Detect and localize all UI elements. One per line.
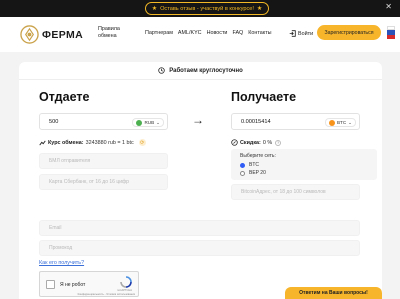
login-link[interactable]: Войти bbox=[289, 30, 313, 37]
network-option-btc[interactable]: BTC bbox=[240, 162, 377, 168]
recaptcha-label: Я не робот bbox=[60, 282, 86, 288]
give-amount-value: 500 bbox=[49, 118, 59, 125]
how-to-get-link[interactable]: Как его получить? bbox=[39, 260, 84, 266]
discount: Скидка: 0 % ? bbox=[231, 139, 282, 146]
give-amount-input[interactable]: 500 RUB ⌄ bbox=[39, 113, 168, 130]
card-number-placeholder: Карта Сбербанк, от 16 до 16 цифр bbox=[49, 179, 129, 185]
chat-widget-button[interactable]: Ответим на Ваши вопросы! bbox=[285, 287, 382, 299]
banner-text: Работаем круглосуточно bbox=[169, 67, 243, 74]
email-placeholder: Email bbox=[49, 225, 62, 231]
discount-icon bbox=[231, 139, 238, 146]
get-currency-code: BTC bbox=[336, 120, 347, 125]
wallet-address-placeholder: BitcoinАдрес, от 18 до 100 символов bbox=[241, 189, 326, 195]
main-nav: Партнерам AML/KYC Новости FAQ Контакты bbox=[145, 30, 272, 36]
radio-selected[interactable] bbox=[240, 162, 245, 168]
nav-news[interactable]: Новости bbox=[207, 30, 228, 36]
recaptcha-widget: Я не робот Конфиденциальность - Условия … bbox=[39, 271, 139, 297]
rate-value: 3243880 rub = 1 btc bbox=[85, 139, 134, 146]
network-select: Выберите сеть: BTC BEP 20 bbox=[231, 149, 377, 180]
nav-partners[interactable]: Партнерам bbox=[145, 30, 173, 36]
recaptcha-checkbox[interactable] bbox=[46, 280, 55, 289]
info-icon[interactable]: ? bbox=[275, 139, 282, 146]
promo-link[interactable]: ★ Оставь отзыв - участвуй в конкурсе! ★ bbox=[145, 2, 269, 15]
star-icon: ★ bbox=[151, 5, 158, 12]
register-button[interactable]: Зарегистрироваться bbox=[317, 25, 381, 40]
get-heading: Получаете bbox=[231, 90, 297, 104]
logo-icon[interactable] bbox=[20, 25, 39, 44]
promo-text: Оставь отзыв - участвуй в конкурсе! bbox=[160, 5, 254, 12]
login-label: Войти bbox=[298, 30, 314, 37]
nav-faq[interactable]: FAQ bbox=[232, 30, 243, 36]
sender-phone-input[interactable]: БМЛ отправителя bbox=[39, 153, 168, 169]
get-amount-value: 0.00015414 bbox=[241, 118, 271, 125]
network-option-bep20[interactable]: BEP 20 bbox=[240, 170, 377, 176]
promocode-placeholder: Промокод bbox=[49, 245, 73, 251]
nav-rules[interactable]: Правила обмена bbox=[98, 26, 128, 40]
chevron-down-icon: ⌄ bbox=[348, 119, 352, 125]
working-hours-banner: Работаем круглосуточно bbox=[19, 62, 382, 80]
clock-icon bbox=[158, 67, 165, 74]
discount-value: 0 % bbox=[262, 139, 273, 146]
sender-phone-placeholder: БМЛ отправителя bbox=[49, 158, 91, 164]
rub-coin-icon bbox=[136, 119, 143, 126]
star-icon: ★ bbox=[256, 5, 263, 12]
give-currency-select[interactable]: RUB ⌄ bbox=[132, 118, 164, 127]
promo-bar: ★ Оставь отзыв - участвуй в конкурсе! ★ … bbox=[0, 0, 400, 17]
network-option-label: BEP 20 bbox=[249, 170, 266, 176]
close-icon[interactable]: ✕ bbox=[385, 3, 392, 11]
chevron-down-icon: ⌄ bbox=[156, 119, 160, 125]
give-currency-code: RUB bbox=[144, 120, 155, 125]
nav-contacts[interactable]: Контакты bbox=[248, 30, 271, 36]
exchange-card: Работаем круглосуточно Отдаете Получаете… bbox=[19, 62, 382, 299]
nav-aml-kyc[interactable]: AML/KYC bbox=[178, 30, 202, 36]
site-header: ФЕРМА Правила обмена Партнерам AML/KYC Н… bbox=[0, 17, 400, 52]
recaptcha-brand: reCAPTCHA bbox=[117, 289, 132, 292]
get-amount-input[interactable]: 0.00015414 BTC ⌄ bbox=[231, 113, 360, 130]
wallet-address-input[interactable]: BitcoinАдрес, от 18 до 100 символов bbox=[231, 184, 360, 200]
promocode-input[interactable]: Промокод bbox=[39, 240, 360, 256]
rate-label: Курс обмена: bbox=[48, 139, 84, 146]
network-option-label: BTC bbox=[249, 162, 259, 168]
btc-coin-icon bbox=[328, 119, 335, 126]
recaptcha-terms[interactable]: Конфиденциальность - Условия использован… bbox=[78, 293, 135, 296]
give-heading: Отдаете bbox=[39, 90, 90, 104]
discount-label: Скидка: bbox=[240, 139, 261, 146]
refresh-icon[interactable]: ⟳ bbox=[138, 139, 146, 146]
network-label: Выберите сеть: bbox=[240, 153, 276, 159]
email-input[interactable]: Email bbox=[39, 220, 360, 236]
arrow-right-icon: → bbox=[192, 113, 204, 127]
chart-icon bbox=[39, 140, 46, 145]
get-currency-select[interactable]: BTC ⌄ bbox=[324, 118, 356, 127]
login-icon bbox=[289, 30, 296, 37]
exchange-rate: Курс обмена: 3243880 rub = 1 btc ⟳ bbox=[39, 139, 146, 146]
brand-name[interactable]: ФЕРМА bbox=[42, 29, 83, 41]
card-number-input[interactable]: Карта Сбербанк, от 16 до 16 цифр bbox=[39, 174, 168, 190]
recaptcha-icon bbox=[120, 276, 132, 288]
language-flag-icon[interactable] bbox=[387, 26, 395, 39]
radio-unselected[interactable] bbox=[240, 170, 245, 176]
